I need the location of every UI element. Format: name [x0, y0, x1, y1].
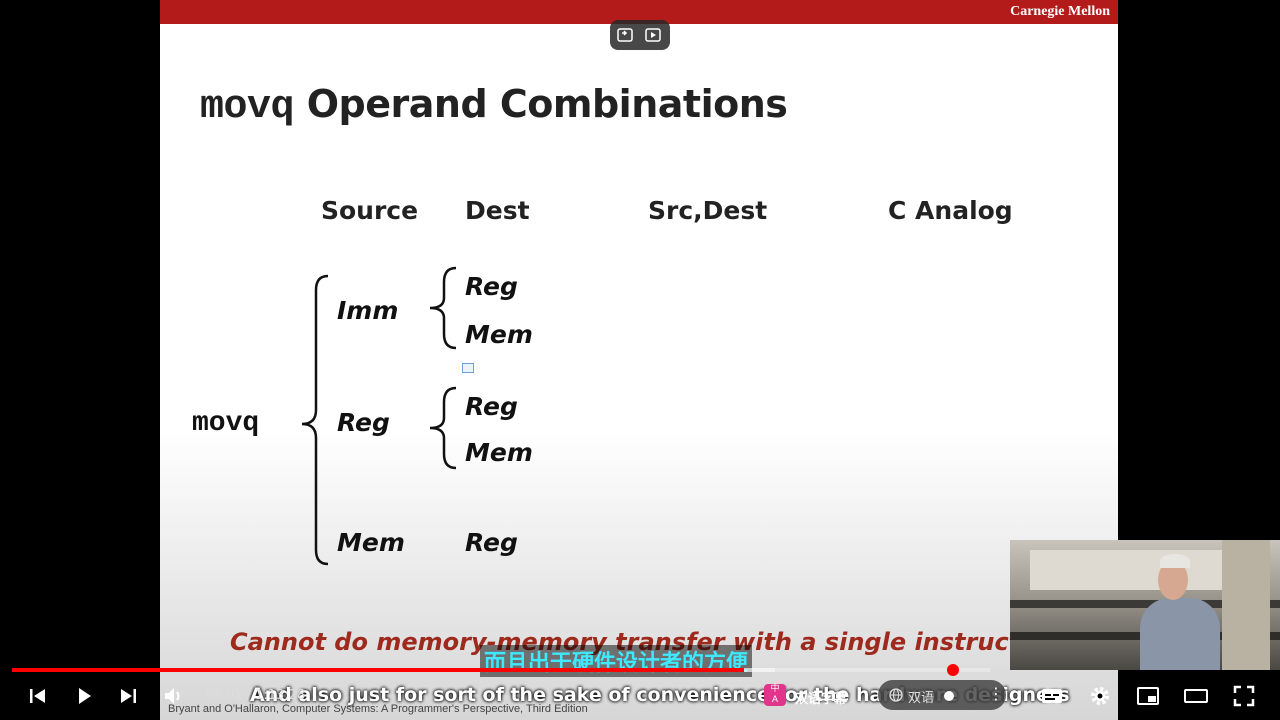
subtitle-badge-icon[interactable]: 中A — [764, 684, 786, 706]
next-icon[interactable] — [116, 684, 140, 708]
toggle-dot — [944, 691, 954, 701]
volume-icon[interactable] — [162, 684, 186, 708]
dest-reg-mem: Mem — [465, 438, 533, 467]
previous-icon[interactable] — [26, 684, 50, 708]
globe-icon — [889, 688, 903, 702]
scrubber-handle[interactable] — [947, 664, 959, 676]
play-icon[interactable] — [72, 684, 96, 708]
source-imm: Imm — [337, 296, 399, 325]
lecture-slide: Carnegie Mellon movq Operand Combination… — [160, 0, 1118, 720]
dest-imm-reg: Reg — [465, 272, 518, 301]
dest-reg-reg: Reg — [465, 392, 518, 421]
speaker-video — [1010, 540, 1280, 670]
source-mem: Mem — [337, 528, 405, 557]
subtitle-plugin-label[interactable]: 双语字幕 — [795, 688, 847, 707]
captions-icon[interactable] — [1040, 684, 1064, 708]
theater-icon[interactable] — [1184, 684, 1208, 708]
progress-bar[interactable] — [12, 668, 990, 672]
time-display: 55:01 / 1:13:28 — [205, 688, 306, 703]
selection-handle — [462, 363, 474, 373]
language-toggle[interactable]: 双语 ⋮ — [878, 680, 1006, 710]
dest-mem-reg: Reg — [465, 528, 518, 557]
miniplayer-icon[interactable] — [1136, 684, 1160, 708]
ai-play-icon[interactable] — [644, 26, 662, 44]
video-player[interactable]: Carnegie Mellon movq Operand Combination… — [0, 0, 1280, 720]
more-icon[interactable]: ⋮ — [988, 684, 1004, 703]
loop-icon[interactable] — [616, 26, 634, 44]
overlay-controls — [610, 20, 670, 50]
language-label: 双语 — [908, 691, 935, 706]
fullscreen-icon[interactable] — [1232, 684, 1256, 708]
subtitle-chinese: 而且出于硬件设计者的方便 — [480, 645, 753, 677]
played-bar — [12, 668, 744, 672]
source-reg: Reg — [337, 408, 390, 437]
brace-diagram — [301, 266, 457, 566]
instruction-label: movq — [192, 408, 260, 439]
dest-imm-mem: Mem — [465, 320, 533, 349]
gear-icon[interactable] — [1088, 684, 1112, 708]
